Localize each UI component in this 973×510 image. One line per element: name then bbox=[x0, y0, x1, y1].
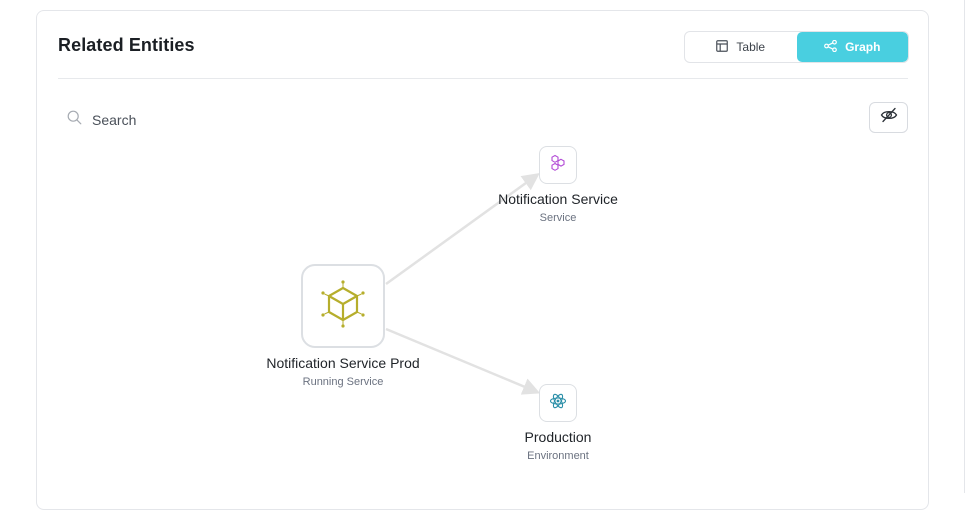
eye-off-icon bbox=[880, 107, 898, 128]
graph-edges bbox=[385, 172, 541, 395]
search-bar bbox=[67, 109, 327, 131]
graph-node-root[interactable] bbox=[301, 264, 385, 348]
page-scrollbar[interactable] bbox=[964, 0, 973, 493]
table-view-button[interactable]: Table bbox=[685, 32, 797, 62]
node-type: Running Service bbox=[302, 376, 384, 388]
toggle-visibility-button[interactable] bbox=[869, 102, 908, 133]
node-name: Notification Service Prod bbox=[266, 355, 420, 371]
graph-node-environment-label: Production Environment bbox=[525, 429, 592, 462]
header-divider bbox=[58, 78, 908, 79]
panel-title: Related Entities bbox=[58, 35, 195, 55]
search-icon bbox=[67, 110, 82, 130]
table-view-label: Table bbox=[736, 40, 766, 54]
node-type: Environment bbox=[527, 450, 589, 462]
graph-node-root-label: Notification Service Prod Running Servic… bbox=[266, 355, 419, 388]
cube-icon bbox=[319, 279, 367, 334]
service-icon bbox=[550, 154, 566, 177]
graph-view-label: Graph bbox=[845, 40, 881, 54]
graph-icon bbox=[824, 39, 837, 55]
graph-node-environment[interactable] bbox=[539, 384, 577, 422]
graph-node-service-label: Notification Service Service bbox=[498, 191, 618, 224]
table-icon bbox=[716, 39, 729, 55]
related-entities-panel: Related Entities Table Graph Search Noti… bbox=[36, 10, 929, 510]
view-toggle: Table Graph bbox=[684, 31, 909, 63]
search-input[interactable] bbox=[92, 112, 292, 128]
node-type: Service bbox=[539, 212, 577, 224]
node-name: Production bbox=[524, 429, 592, 445]
graph-node-service[interactable] bbox=[539, 146, 577, 184]
graph-view-button[interactable]: Graph bbox=[796, 32, 908, 62]
node-name: Notification Service bbox=[498, 191, 618, 207]
atom-icon bbox=[549, 392, 567, 415]
